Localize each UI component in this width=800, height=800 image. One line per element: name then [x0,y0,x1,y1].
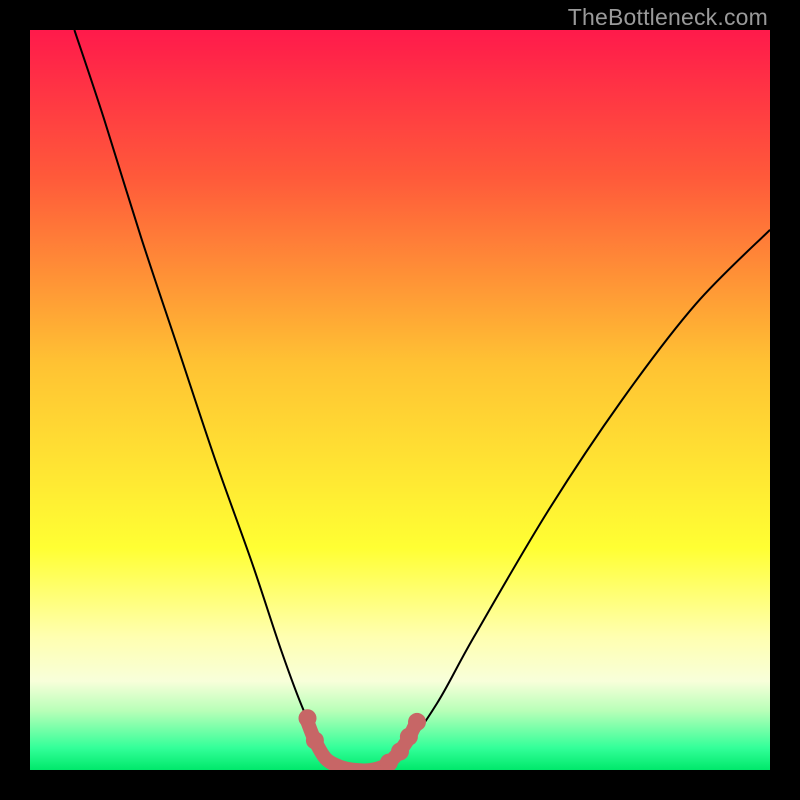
marker-dot [408,713,426,731]
watermark-text: TheBottleneck.com [568,4,768,31]
series-bottleneck-curve [74,30,770,770]
chart-svg [30,30,770,770]
plot-area [30,30,770,770]
marker-dot [299,709,317,727]
marker-dot [306,731,324,749]
chart-frame: TheBottleneck.com [0,0,800,800]
